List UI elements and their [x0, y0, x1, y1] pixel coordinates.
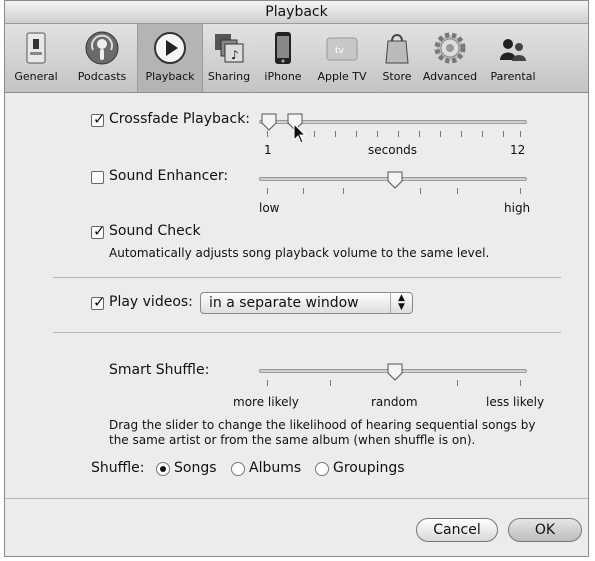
crossfade-max-label: 12	[510, 143, 526, 157]
toolbar-store[interactable]: Store	[377, 26, 417, 90]
shuffle-albums-label: Albums	[249, 460, 302, 476]
play-videos-selected-value: in a separate window	[209, 295, 359, 311]
slider-tick	[267, 380, 268, 386]
play-videos-popup[interactable]: in a separate window ▲ ▼	[200, 292, 413, 314]
sound-enhancer-checkbox[interactable]	[91, 171, 104, 184]
smart-shuffle-left-label: more likely	[233, 395, 299, 409]
gear-icon	[432, 30, 468, 66]
crossfade-min-thumb[interactable]	[260, 112, 278, 132]
slider-tick	[420, 188, 421, 194]
separator	[53, 277, 561, 278]
toolbar-advanced[interactable]: Advanced	[419, 26, 481, 90]
smart-shuffle-label: Smart Shuffle:	[109, 362, 210, 378]
play-videos-checkbox[interactable]: ✓	[91, 293, 106, 311]
slider-tick	[335, 131, 336, 137]
slider-tick	[356, 131, 357, 137]
smart-shuffle-mid-label: random	[371, 395, 418, 409]
podcast-icon	[84, 30, 120, 66]
shuffle-label: Shuffle:	[91, 460, 145, 476]
shuffle-songs-radio[interactable]	[156, 462, 170, 476]
play-videos-label: Play videos:	[109, 294, 193, 310]
crossfade-label: Crossfade Playback:	[109, 111, 251, 127]
slider-tick	[440, 131, 441, 137]
slider-tick	[457, 380, 458, 386]
parental-people-icon	[495, 30, 531, 66]
slider-tick	[503, 131, 504, 137]
sound-enhancer-high-label: high	[504, 201, 531, 215]
shuffle-albums-radio[interactable]	[231, 462, 245, 476]
toolbar-sharing[interactable]: ♪ Sharing	[203, 26, 255, 90]
slider-tick	[419, 131, 420, 137]
ok-button[interactable]: OK	[508, 518, 582, 542]
toolbar-playback[interactable]: Playback	[137, 24, 203, 92]
slider-tick	[457, 188, 458, 194]
sound-enhancer-label: Sound Enhancer:	[109, 168, 229, 184]
slider-tick	[303, 188, 304, 194]
apple-tv-icon: tv	[324, 30, 360, 66]
general-switch-icon	[18, 30, 54, 66]
slider-tick	[520, 131, 521, 137]
shuffle-groupings-label: Groupings	[333, 460, 405, 476]
popup-arrows-icon: ▲ ▼	[390, 293, 412, 313]
toolbar-iphone[interactable]: iPhone	[259, 26, 307, 90]
slider-tick	[482, 131, 483, 137]
sound-check-label: Sound Check	[109, 223, 201, 239]
smart-shuffle-slider-thumb[interactable]	[386, 362, 404, 382]
separator	[53, 332, 561, 333]
window-title: Playback	[5, 1, 588, 24]
sound-enhancer-slider-thumb[interactable]	[386, 170, 404, 190]
smart-shuffle-right-label: less likely	[486, 395, 545, 409]
crossfade-min-label: 1	[264, 143, 272, 157]
cancel-button[interactable]: Cancel	[416, 518, 498, 542]
crossfade-checkbox[interactable]: ✓	[91, 110, 106, 128]
shuffle-songs-label: Songs	[174, 460, 217, 476]
smart-shuffle-description: the same artist or from the same album (…	[109, 433, 476, 447]
preferences-toolbar: General Podcasts Playback ♪ Sharing iPho…	[5, 24, 588, 93]
slider-tick	[343, 188, 344, 194]
slider-tick	[461, 131, 462, 137]
slider-tick	[520, 380, 521, 386]
slider-tick	[330, 380, 331, 386]
sharing-icon: ♪	[211, 30, 247, 66]
slider-tick	[267, 188, 268, 194]
sound-check-description: Automatically adjusts song playback volu…	[109, 246, 490, 260]
shuffle-groupings-radio[interactable]	[315, 462, 329, 476]
toolbar-podcasts[interactable]: Podcasts	[71, 26, 133, 90]
preferences-window: Playback General Podcasts Playback ♪ Sha…	[4, 0, 589, 557]
mouse-cursor-icon	[293, 122, 307, 145]
slider-tick	[314, 131, 315, 137]
svg-text:tv: tv	[335, 46, 345, 56]
toolbar-parental[interactable]: Parental	[483, 26, 543, 90]
svg-text:♪: ♪	[231, 48, 239, 62]
sound-enhancer-low-label: low	[259, 201, 280, 215]
playback-panel: ✓ Crossfade Playback: 1 seconds 12 Sound…	[5, 93, 588, 556]
separator	[5, 498, 588, 499]
iphone-icon	[265, 30, 301, 66]
slider-tick	[377, 131, 378, 137]
smart-shuffle-description: Drag the slider to change the likelihood…	[109, 418, 536, 432]
slider-tick	[520, 188, 521, 194]
store-bag-icon	[379, 30, 415, 66]
crossfade-units-label: seconds	[368, 143, 418, 157]
toolbar-apple-tv[interactable]: tv Apple TV	[311, 26, 373, 90]
slider-tick	[398, 131, 399, 137]
play-icon	[152, 30, 188, 66]
sound-check-checkbox[interactable]: ✓	[91, 222, 106, 240]
toolbar-general[interactable]: General	[7, 26, 65, 90]
